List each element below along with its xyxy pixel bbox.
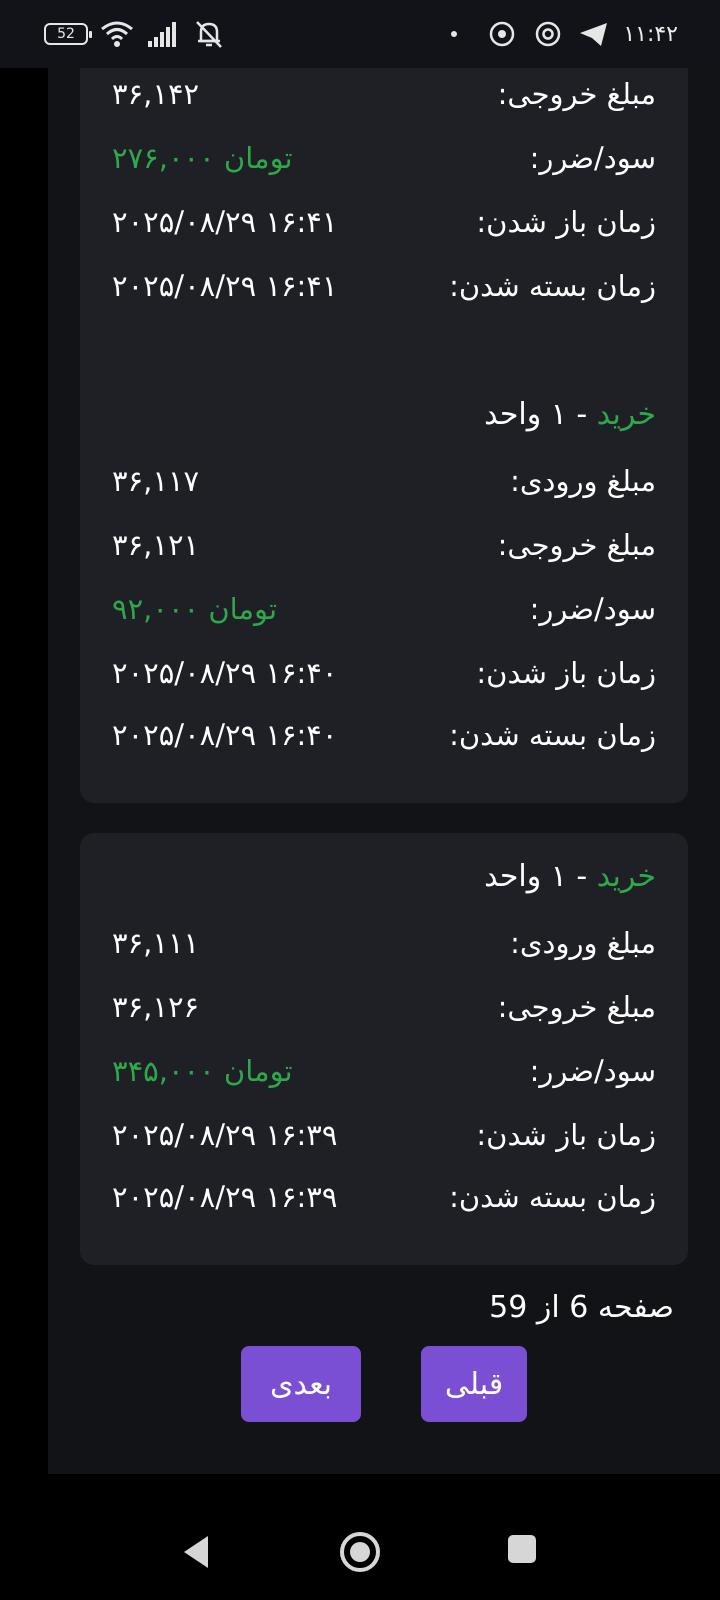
row-label: زمان بسته شدن: [449,718,656,752]
trade-card: مبلغ خروجی: ۳۶,۱۴۲ سود/ضرر: ۲۷۶,۰۰۰ توما… [80,68,688,406]
row-value: ۳۶,۱۱۷ [112,464,200,498]
row-label: سود/ضرر: [529,141,656,175]
trade-row-open-time: زمان باز شدن: ۲۰۲۵/۰۸/۲۹ ۱۶:۳۹ [112,1115,656,1155]
page-indicator: صفحه 6 از 59 [489,1290,674,1325]
row-label: زمان بسته شدن: [449,1180,656,1214]
trade-row-entry-price: مبلغ ورودی: ۳۶,۱۱۷ [112,461,656,501]
row-label: مبلغ ورودی: [510,464,656,498]
row-value: ۲۰۲۵/۰۸/۲۹ ۱۶:۴۰ [112,656,338,690]
telegram-icon [580,23,608,46]
row-label: مبلغ خروجی: [497,77,656,111]
trade-history-list[interactable]: مبلغ خروجی: ۳۶,۱۴۲ سود/ضرر: ۲۷۶,۰۰۰ توما… [48,68,720,1474]
row-label: زمان بسته شدن: [449,269,656,303]
trade-row-profit: سود/ضرر: ۳۴۵,۰۰۰ تومان [112,1051,656,1091]
trade-row-open-time: زمان باز شدن: ۲۰۲۵/۰۸/۲۹ ۱۶:۴۰ [112,653,656,693]
battery-indicator: 52 [44,23,92,45]
status-bar-left: 52 [44,19,226,49]
row-label: زمان باز شدن: [476,1118,656,1152]
trade-row-exit-price: مبلغ خروجی: ۳۶,۱۴۲ [112,74,656,114]
trade-row-exit-price: مبلغ خروجی: ۳۶,۱۲۱ [112,525,656,565]
trade-row-exit-price: مبلغ خروجی: ۳۶,۱۲۶ [112,987,656,1027]
status-bar: 52 ۱۱:۴۲ [0,0,720,68]
trade-row-close-time: زمان بسته شدن: ۲۰۲۵/۰۸/۲۹ ۱۶:۴۰ [112,715,656,755]
status-bar-right: ۱۱:۴۲ [451,19,678,49]
chrome-icon [536,21,561,47]
row-value: ۳۶,۱۱۱ [112,926,200,960]
trade-side: خرید [596,397,656,432]
next-page-button[interactable]: بعدی [241,1346,361,1422]
recent-apps-icon[interactable] [506,1533,538,1565]
trade-units: - ۱ واحد [484,397,597,432]
row-label: زمان باز شدن: [476,205,656,239]
trade-row-profit: سود/ضرر: ۹۲,۰۰۰ تومان [112,589,656,629]
row-value: ۲۰۲۵/۰۸/۲۹ ۱۶:۴۰ [112,718,338,752]
status-clock: ۱۱:۴۲ [623,21,678,47]
row-label: زمان باز شدن: [476,656,656,690]
row-label: سود/ضرر: [529,1054,656,1088]
row-label: مبلغ ورودی: [510,926,656,960]
row-value: ۹۲,۰۰۰ تومان [112,592,278,626]
previous-page-button[interactable]: قبلی [421,1346,527,1422]
row-value: ۲۰۲۵/۰۸/۲۹ ۱۶:۴۱ [112,269,338,303]
signal-icon [148,22,176,47]
row-value: ۲۷۶,۰۰۰ تومان [112,141,293,175]
row-value: ۲۰۲۵/۰۸/۲۹ ۱۶:۳۹ [112,1118,338,1152]
trade-card-title: خرید - ۱ واحد [484,859,656,894]
row-value: ۳۶,۱۲۱ [112,528,200,562]
row-label: سود/ضرر: [529,592,656,626]
back-icon[interactable] [180,1532,212,1572]
row-value: ۳۴۵,۰۰۰ تومان [112,1054,293,1088]
row-label: مبلغ خروجی: [497,990,656,1024]
row-value: ۳۶,۱۲۶ [112,990,200,1024]
trade-card-title: خرید - ۱ واحد [484,397,656,432]
row-value: ۳۶,۱۴۲ [112,77,200,111]
row-value: ۲۰۲۵/۰۸/۲۹ ۱۶:۴۱ [112,205,338,239]
row-value: ۲۰۲۵/۰۸/۲۹ ۱۶:۳۹ [112,1180,338,1214]
trade-card: خرید - ۱ واحد مبلغ ورودی: ۳۶,۱۱۱ مبلغ خر… [80,833,688,1265]
notification-dot-icon [451,31,458,37]
home-icon[interactable] [338,1530,382,1574]
trade-row-profit: سود/ضرر: ۲۷۶,۰۰۰ تومان [112,138,656,178]
trade-row-entry-price: مبلغ ورودی: ۳۶,۱۱۱ [112,923,656,963]
trade-units: - ۱ واحد [484,859,597,894]
trade-side: خرید [596,859,656,894]
bell-muted-icon [196,21,222,48]
trade-row-close-time: زمان بسته شدن: ۲۰۲۵/۰۸/۲۹ ۱۶:۳۹ [112,1177,656,1217]
trade-row-open-time: زمان باز شدن: ۲۰۲۵/۰۸/۲۹ ۱۶:۴۱ [112,202,656,242]
trade-row-close-time: زمان بسته شدن: ۲۰۲۵/۰۸/۲۹ ۱۶:۴۱ [112,266,656,306]
trade-card: خرید - ۱ واحد مبلغ ورودی: ۳۶,۱۱۷ مبلغ خر… [80,371,688,803]
row-label: مبلغ خروجی: [497,528,656,562]
wifi-icon [101,21,133,47]
left-gutter [0,68,48,1474]
app-notification-icon [490,21,515,47]
